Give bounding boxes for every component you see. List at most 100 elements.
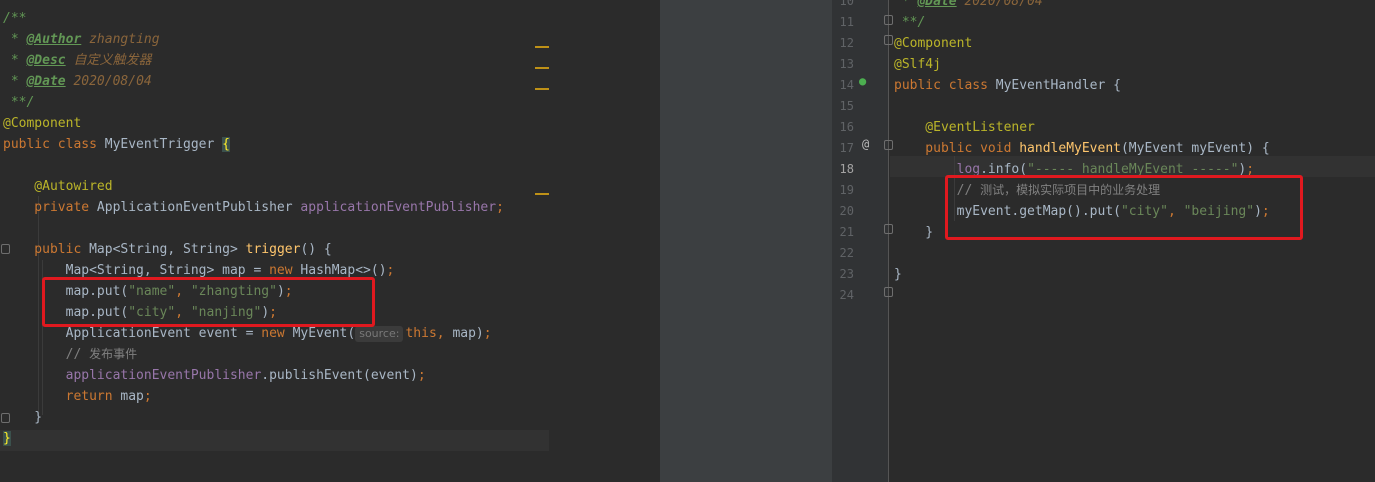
code-token: applicationEventPublisher — [300, 200, 497, 215]
code-line[interactable]: } — [894, 222, 933, 243]
warning-marker[interactable] — [535, 46, 549, 48]
left-editor-pane[interactable]: /** * @Author zhangting * @Desc 自定义触发器 *… — [0, 0, 660, 482]
code-token: 自定义触发器 — [65, 53, 152, 68]
warning-marker[interactable] — [535, 67, 549, 69]
right-editor-pane[interactable]: ● @ 10 11 12 13 14 15 16 17 18 19 20 21 22 23 24 * @Da… — [832, 0, 1375, 482]
code-line[interactable]: **/ — [3, 92, 35, 113]
code-token: 2020/08/04 — [956, 0, 1043, 9]
code-token: MyEventTrigger — [104, 137, 223, 152]
warning-marker[interactable] — [535, 193, 549, 195]
code-token: new — [261, 326, 293, 341]
code-token: (MyEvent myEvent) { — [1120, 141, 1270, 156]
code-token: **/ — [3, 95, 35, 110]
line-number: 18 — [839, 162, 854, 176]
code-token: * — [894, 0, 918, 9]
code-token: map — [120, 389, 144, 404]
warning-marker[interactable] — [535, 88, 549, 90]
code-token: Map<String, String> map = — [3, 263, 270, 278]
code-line[interactable]: **/ — [894, 12, 926, 33]
code-token: public class — [894, 78, 996, 93]
code-token: map) — [452, 326, 484, 341]
code-token: 发布事件 — [89, 347, 138, 361]
code-token: @Component — [3, 116, 82, 131]
highlight-box-right — [945, 175, 1303, 240]
code-token: Map<String, String> — [89, 242, 246, 257]
code-token: @EventListener — [894, 120, 1035, 135]
code-line[interactable]: return map; — [3, 386, 152, 407]
code-token: ; — [386, 263, 395, 278]
code-line[interactable]: @Component — [894, 33, 972, 54]
code-line[interactable]: private ApplicationEventPublisher applic… — [3, 197, 504, 218]
line-number: 11 — [839, 15, 854, 29]
code-token: ApplicationEventPublisher — [96, 200, 301, 215]
code-token: 2020/08/04 — [65, 74, 152, 89]
code-token: @Date — [917, 0, 957, 9]
code-token: .publishEvent(event) — [261, 368, 418, 383]
code-line[interactable]: @Slf4j — [894, 54, 941, 75]
line-number: 22 — [839, 246, 854, 260]
code-token: , — [436, 326, 453, 341]
code-line[interactable]: * @Author zhangting — [3, 29, 160, 50]
line-number: 10 — [839, 0, 854, 8]
bean-icon[interactable]: ● — [859, 74, 866, 88]
code-line[interactable]: @Component — [3, 113, 81, 134]
line-number: 16 — [839, 120, 854, 134]
code-line[interactable]: @EventListener — [894, 117, 1035, 138]
code-line[interactable]: public void handleMyEvent(MyEvent myEven… — [894, 138, 1270, 159]
code-token: public class — [3, 137, 105, 152]
code-token: * — [3, 32, 27, 47]
code-token: ApplicationEvent event = — [3, 326, 262, 341]
code-token: MyEvent( — [292, 326, 356, 341]
code-token: return — [3, 389, 121, 404]
code-token: zhangting — [81, 32, 160, 47]
code-token: } — [894, 267, 902, 282]
code-token: public — [3, 242, 90, 257]
line-number: 14 — [839, 78, 854, 92]
code-line[interactable]: // 发布事件 — [3, 344, 138, 365]
code-token: { — [222, 137, 230, 152]
code-token: @Component — [894, 36, 973, 51]
fold-marker-icon[interactable] — [884, 224, 893, 234]
code-token: private — [3, 200, 97, 215]
code-token: HashMap<>() — [300, 263, 387, 278]
code-token: * — [3, 74, 27, 89]
fold-marker-icon[interactable] — [884, 287, 893, 297]
code-line[interactable]: public class MyEventHandler { — [894, 75, 1121, 96]
code-token: } — [3, 410, 43, 425]
code-line[interactable]: public Map<String, String> trigger() { — [3, 239, 331, 260]
line-number: 21 — [839, 225, 854, 239]
fold-marker-icon[interactable] — [884, 140, 893, 150]
line-number: 12 — [839, 36, 854, 50]
line-number: 19 — [839, 183, 854, 197]
code-token: new — [269, 263, 301, 278]
code-token: /** — [3, 11, 27, 26]
fold-marker-icon[interactable] — [884, 35, 893, 45]
code-token: @Date — [26, 74, 66, 89]
line-number: 20 — [839, 204, 854, 218]
code-line[interactable]: } — [894, 264, 902, 285]
code-line[interactable]: /** — [3, 8, 26, 29]
code-line[interactable]: applicationEventPublisher.publishEvent(e… — [3, 365, 426, 386]
code-line[interactable]: } — [3, 407, 42, 428]
code-token: ; — [483, 326, 492, 341]
pane-divider — [660, 0, 832, 482]
line-number: 23 — [839, 267, 854, 281]
code-line[interactable]: } — [3, 428, 11, 449]
code-token: @Desc — [26, 53, 66, 68]
code-token: MyEventHandler { — [995, 78, 1121, 93]
code-line[interactable]: public class MyEventTrigger { — [3, 134, 230, 155]
code-line[interactable]: @Autowired — [3, 176, 113, 197]
code-token: handleMyEvent — [1019, 141, 1121, 156]
listener-marker-icon[interactable]: @ — [862, 137, 869, 151]
code-token: ; — [496, 200, 504, 215]
code-token: ; — [143, 389, 152, 404]
code-token: // — [3, 347, 90, 362]
code-line[interactable]: * @Date 2020/08/04 — [894, 0, 1043, 12]
code-token: @Autowired — [3, 179, 113, 194]
parameter-hint: source: — [355, 326, 404, 342]
code-token: public void — [894, 141, 1020, 156]
code-token: @Author — [26, 32, 82, 47]
code-line[interactable]: * @Date 2020/08/04 — [3, 71, 152, 92]
code-line[interactable]: * @Desc 自定义触发器 — [3, 50, 152, 71]
fold-marker-icon[interactable] — [884, 15, 893, 25]
